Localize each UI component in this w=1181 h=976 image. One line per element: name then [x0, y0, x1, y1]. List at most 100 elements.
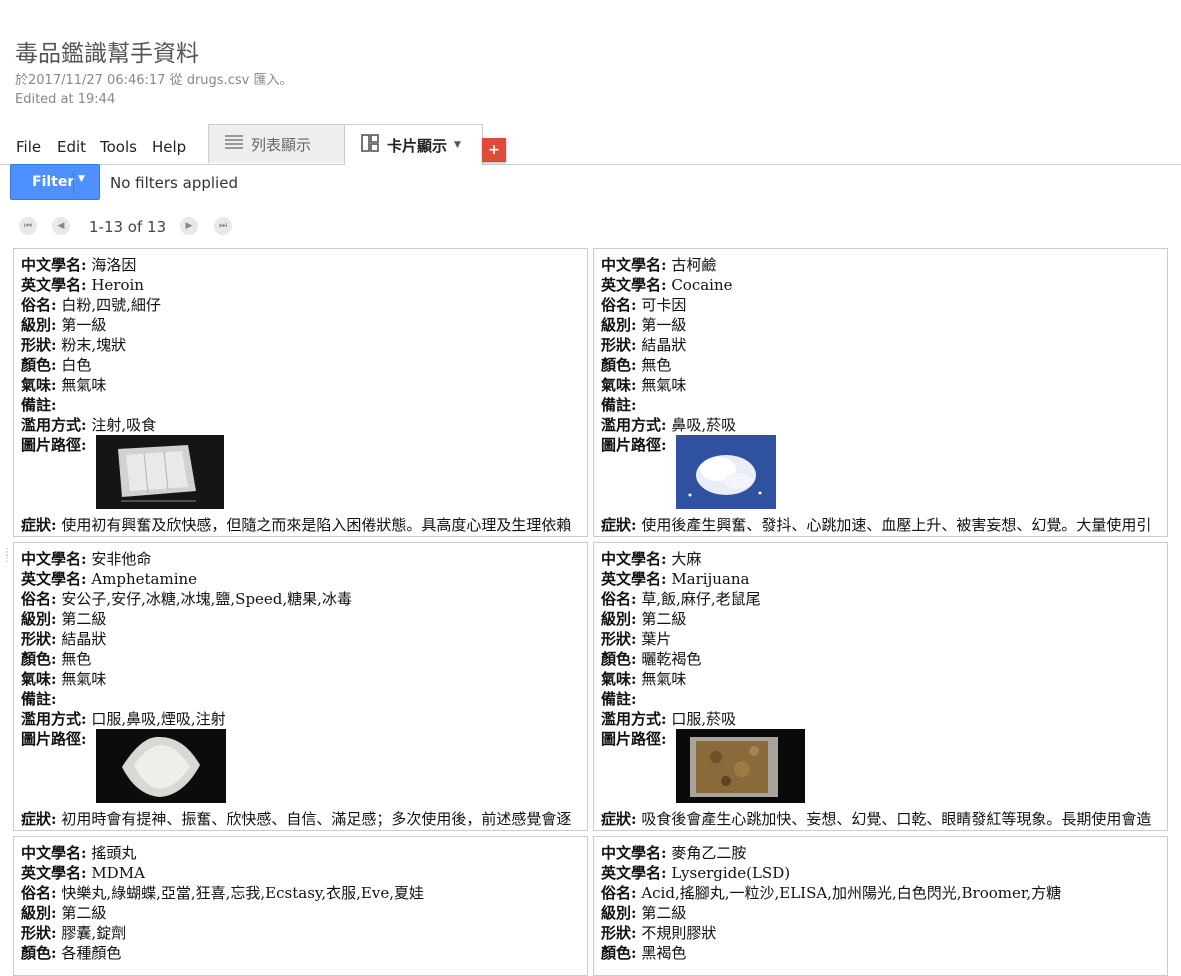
- label-cn: 中文學名:: [21, 550, 87, 568]
- value-symptom: 使用初有興奮及欣快感，但隨之而來是陷入困倦狀態。具高度心理及生理依賴性，長期使用…: [61, 516, 572, 534]
- label-form: 形狀:: [601, 630, 637, 648]
- value-form: 膠囊,錠劑: [61, 924, 127, 942]
- filter-label: Filter: [32, 174, 75, 190]
- value-alias: Acid,搖腳丸,一粒沙,ELISA,加州陽光,白色閃光,Broomer,方糖: [641, 884, 1062, 902]
- label-level: 級別:: [21, 316, 57, 334]
- value-alias: 白粉,四號,細仔: [61, 296, 161, 314]
- label-cn: 中文學名:: [21, 256, 87, 274]
- value-level: 第二級: [641, 904, 687, 922]
- value-color: 白色: [61, 356, 92, 374]
- value-level: 第一級: [641, 316, 687, 334]
- value-en: Heroin: [91, 276, 144, 294]
- menu-file[interactable]: File: [16, 138, 41, 156]
- value-form: 不規則膠狀: [641, 924, 717, 942]
- label-image: 圖片路徑:: [601, 730, 667, 748]
- value-symptom: 使用後產生興奮、發抖、心跳加速、血壓上升、被害妄想、幻覺。大量使用引起精神錯亂及…: [641, 516, 1152, 534]
- drug-photo[interactable]: [676, 435, 776, 509]
- drug-photo[interactable]: [96, 435, 224, 509]
- value-en: Cocaine: [671, 276, 733, 294]
- tab-card-label: 卡片顯示: [387, 136, 448, 155]
- label-color: 顏色:: [21, 944, 57, 962]
- filter-dropdown-icon[interactable]: ▼: [78, 174, 85, 184]
- value-cn: 古柯鹼: [671, 256, 717, 274]
- drug-card-mdma: 中文學名: 搖頭丸 英文學名: MDMA 俗名: 快樂丸,綠蝴蝶,亞當,狂喜,忘…: [13, 836, 588, 976]
- value-alias: 可卡因: [641, 296, 687, 314]
- label-smell: 氣味:: [601, 670, 637, 688]
- value-abuse: 口服,鼻吸,煙吸,注射: [91, 710, 226, 728]
- prev-page-icon[interactable]: ◀: [52, 217, 70, 235]
- value-cn: 麥角乙二胺: [671, 844, 747, 862]
- value-level: 第二級: [641, 610, 687, 628]
- label-cn: 中文學名:: [601, 256, 667, 274]
- label-symptom: 症狀:: [601, 516, 637, 534]
- edited-info: Edited at 19:44: [15, 92, 116, 107]
- label-alias: 俗名:: [21, 884, 57, 902]
- next-page-icon[interactable]: ▶: [180, 217, 198, 235]
- label-cn: 中文學名:: [601, 550, 667, 568]
- menu-tools[interactable]: Tools: [100, 138, 137, 156]
- label-alias: 俗名:: [601, 884, 637, 902]
- drug-photo[interactable]: [676, 729, 805, 803]
- import-info: 於2017/11/27 06:46:17 從 drugs.csv 匯入。: [15, 73, 293, 88]
- value-symptom: 初用時會有提神、振奮、欣快感、自信、滿足感；多次使用後，前述感覺會逐漸減輕或消失…: [61, 810, 572, 828]
- value-en: Amphetamine: [91, 570, 198, 588]
- label-alias: 俗名:: [21, 590, 57, 608]
- menu-help[interactable]: Help: [152, 138, 186, 156]
- label-symptom: 症狀:: [21, 810, 57, 828]
- last-page-icon[interactable]: ⏭: [214, 217, 232, 235]
- label-form: 形狀:: [21, 924, 57, 942]
- label-abuse: 濫用方式:: [21, 710, 87, 728]
- value-smell: 無氣味: [641, 376, 687, 394]
- menu-edit[interactable]: Edit: [57, 138, 86, 156]
- filter-divider: [73, 171, 74, 193]
- value-form: 粉末,塊狀: [61, 336, 127, 354]
- tab-list-label: 列表顯示: [251, 135, 312, 154]
- filter-status: No filters applied: [110, 174, 238, 192]
- drug-card-amphetamine: 中文學名: 安非他命 英文學名: Amphetamine 俗名: 安公子,安仔,…: [13, 542, 588, 831]
- value-alias: 快樂丸,綠蝴蝶,亞當,狂喜,忘我,Ecstasy,衣服,Eve,夏娃: [61, 884, 424, 902]
- value-color: 各種顏色: [61, 944, 122, 962]
- value-color: 曬乾褐色: [641, 650, 702, 668]
- tab-card-view[interactable]: 卡片顯示 ▼: [344, 124, 483, 165]
- label-note: 備註:: [601, 396, 637, 414]
- drug-card-lsd: 中文學名: 麥角乙二胺 英文學名: Lysergide(LSD) 俗名: Aci…: [593, 836, 1168, 976]
- value-smell: 無氣味: [61, 670, 107, 688]
- value-en: Marijuana: [671, 570, 750, 588]
- document-title: 毒品鑑識幫手資料: [15, 41, 199, 67]
- label-note: 備註:: [21, 690, 57, 708]
- label-en: 英文學名:: [601, 276, 667, 294]
- label-form: 形狀:: [21, 336, 57, 354]
- label-color: 顏色:: [21, 356, 57, 374]
- drug-card-cocaine: 中文學名: 古柯鹼 英文學名: Cocaine 俗名: 可卡因 級別: 第一級 …: [593, 248, 1168, 537]
- value-level: 第二級: [61, 904, 107, 922]
- value-smell: 無氣味: [61, 376, 107, 394]
- value-alias: 草,飯,麻仔,老鼠尾: [641, 590, 761, 608]
- label-alias: 俗名:: [601, 590, 637, 608]
- value-form: 結晶狀: [641, 336, 687, 354]
- value-en: MDMA: [91, 864, 145, 882]
- label-alias: 俗名:: [21, 296, 57, 314]
- label-alias: 俗名:: [601, 296, 637, 314]
- label-level: 級別:: [601, 316, 637, 334]
- resize-handle-icon[interactable]: ⋮ ⋮: [2, 548, 12, 580]
- label-level: 級別:: [21, 610, 57, 628]
- value-abuse: 注射,吸食: [91, 416, 157, 434]
- drug-card-heroin: 中文學名: 海洛因 英文學名: Heroin 俗名: 白粉,四號,細仔 級別: …: [13, 248, 588, 537]
- tab-list-view[interactable]: 列表顯示: [208, 124, 345, 163]
- value-en: Lysergide(LSD): [671, 864, 791, 882]
- chevron-down-icon[interactable]: ▼: [454, 140, 461, 150]
- first-page-icon[interactable]: ⏮: [19, 217, 37, 235]
- value-abuse: 口服,菸吸: [671, 710, 737, 728]
- filter-button[interactable]: Filter ▼: [10, 164, 100, 200]
- drug-photo[interactable]: [96, 729, 226, 803]
- label-en: 英文學名:: [21, 570, 87, 588]
- label-en: 英文學名:: [21, 864, 87, 882]
- label-form: 形狀:: [601, 924, 637, 942]
- label-en: 英文學名:: [601, 864, 667, 882]
- value-form: 結晶狀: [61, 630, 107, 648]
- label-symptom: 症狀:: [21, 516, 57, 534]
- card-grid-icon: [361, 134, 379, 156]
- add-button[interactable]: +: [482, 138, 506, 162]
- label-form: 形狀:: [601, 336, 637, 354]
- label-abuse: 濫用方式:: [601, 710, 667, 728]
